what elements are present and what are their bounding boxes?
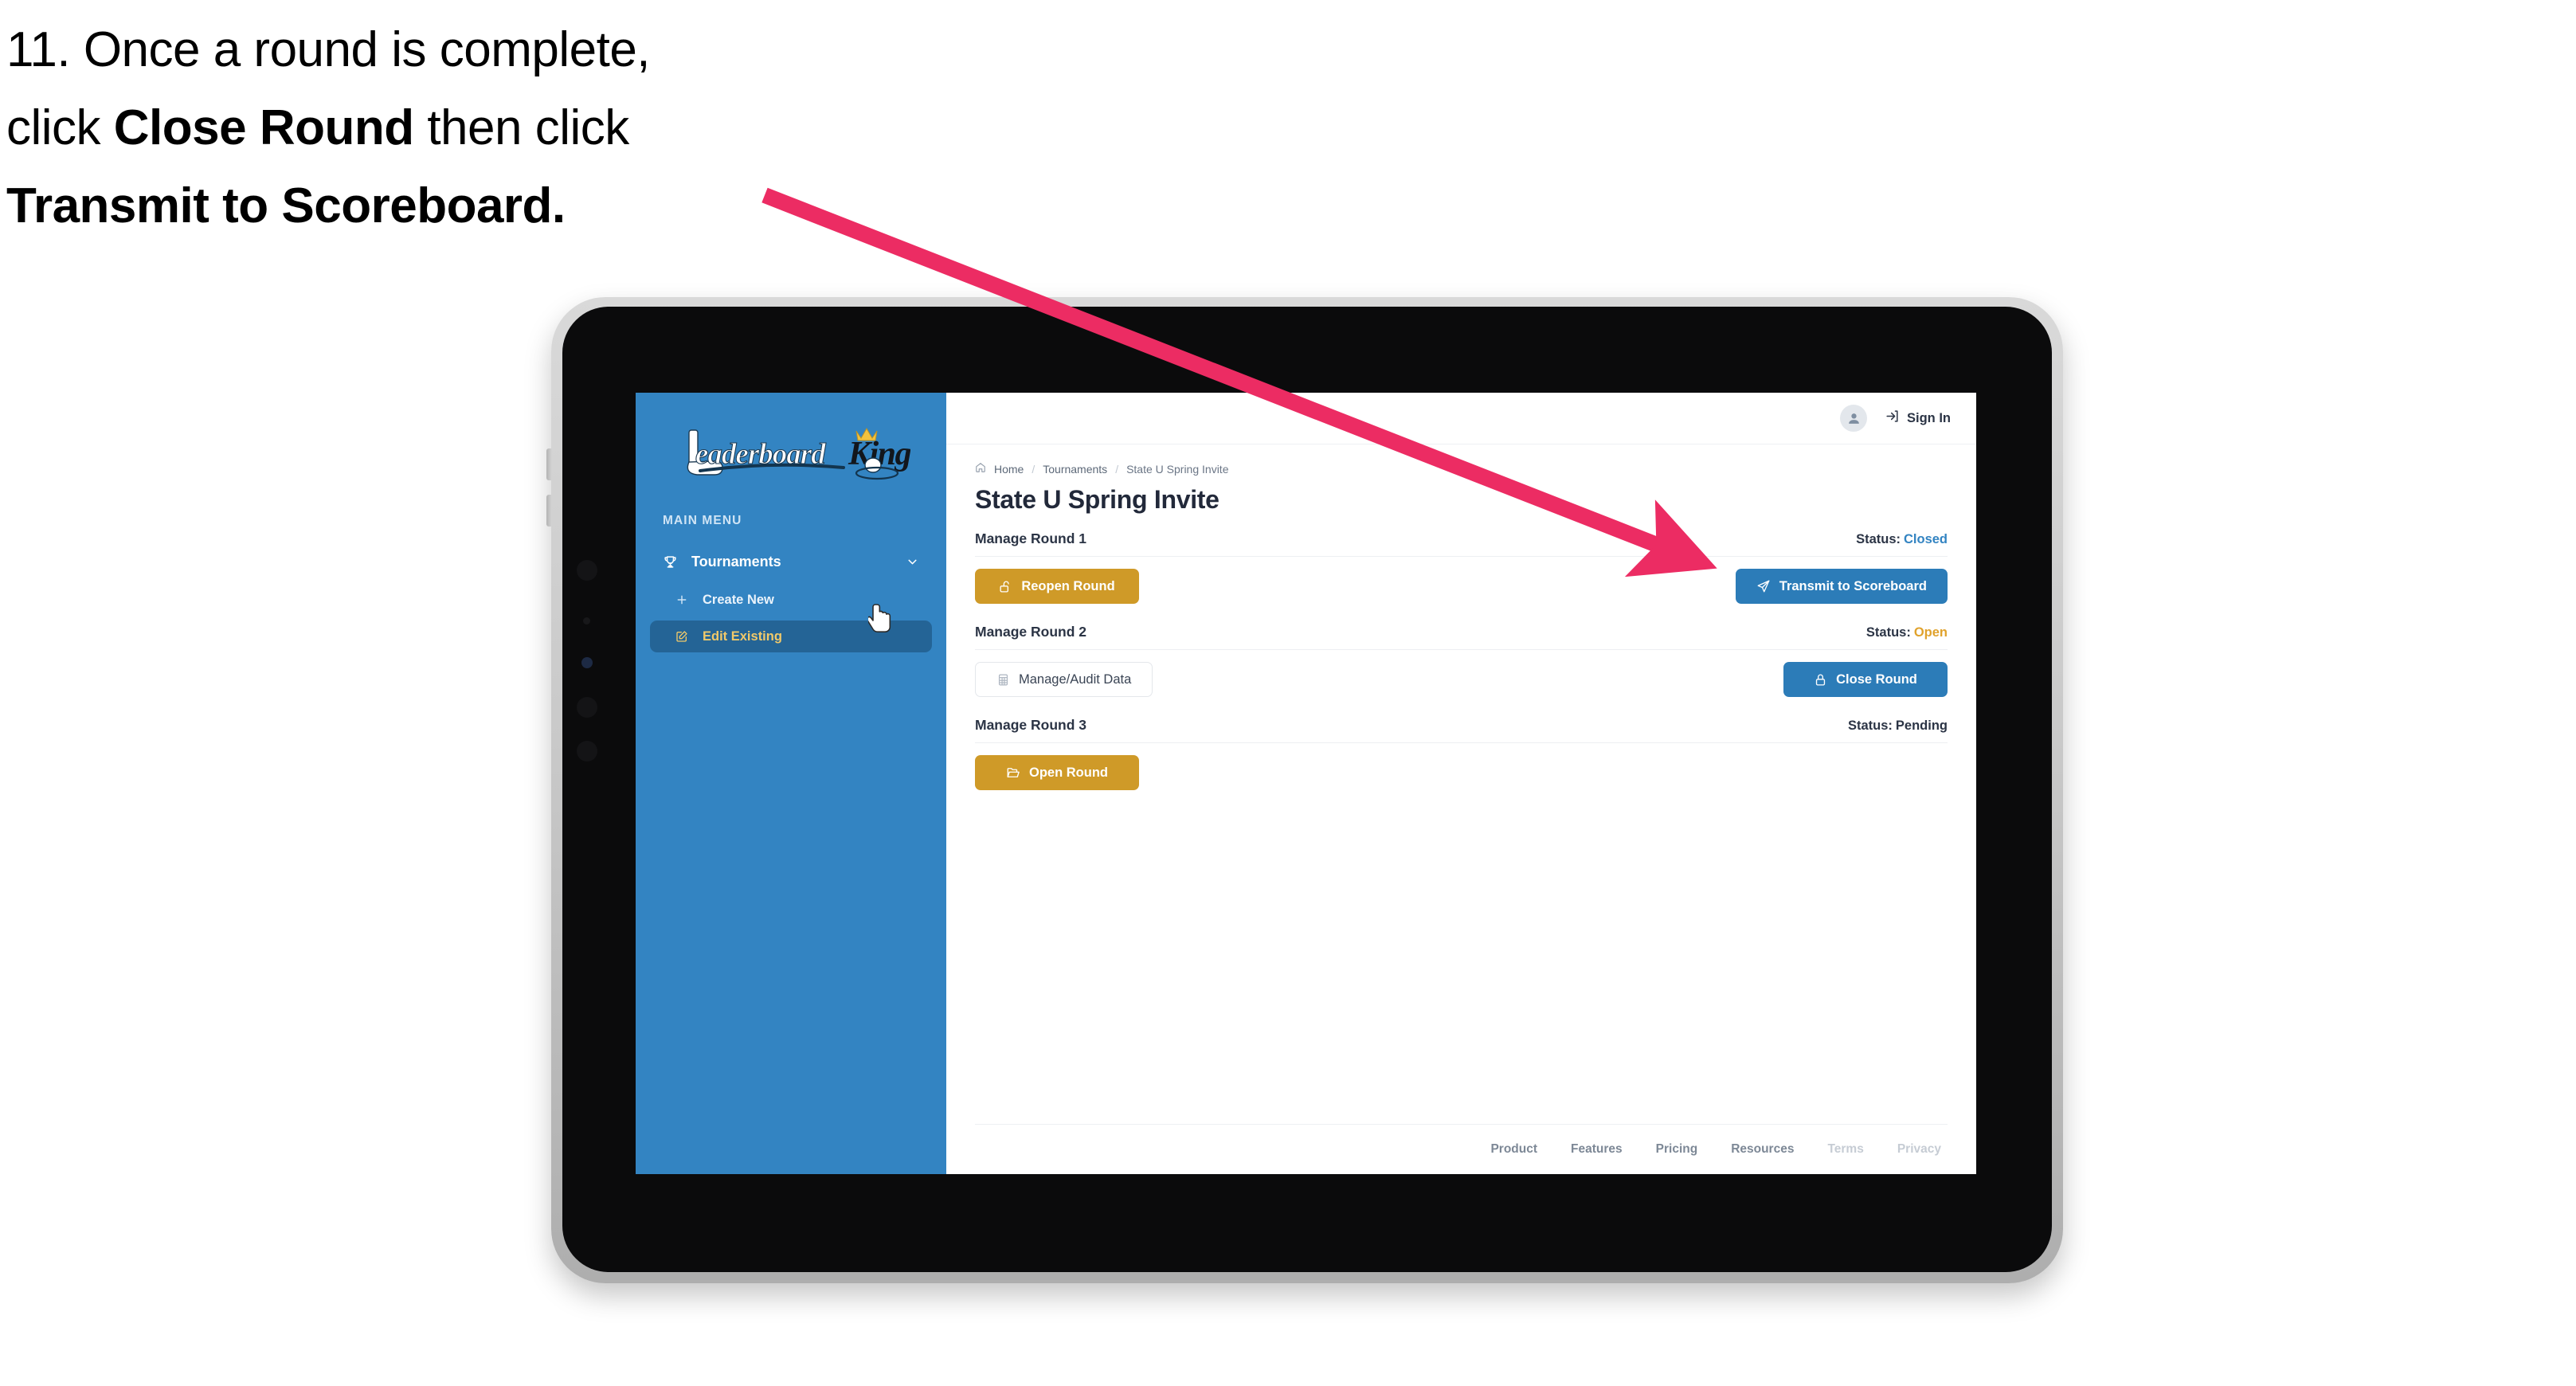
button-label: Reopen Round [1021,578,1115,593]
app-viewport: eaderboard King MAIN MENU Tournaments Cr… [636,393,1976,1174]
status-label: Status: [1847,718,1893,733]
mouse-cursor-pointer [866,603,895,639]
tablet-volume-up-button [546,448,552,480]
chevron-down-icon[interactable] [906,555,919,569]
tablet-sensor-dot [577,741,597,762]
divider [975,556,1948,557]
sign-in-button[interactable]: Sign In [1885,409,1951,428]
breadcrumb: Home / Tournaments / State U Spring Invi… [975,462,1948,476]
round-name: Manage Round 2 [975,624,1087,640]
login-arrow-icon [1885,409,1900,428]
manage-audit-data-button[interactable]: Manage/Audit Data [975,662,1153,697]
app-footer: Product Features Pricing Resources Terms… [975,1124,1948,1174]
plus-icon [675,593,695,606]
page-title: State U Spring Invite [975,485,1219,514]
status-value: Open [1913,625,1948,640]
button-label: Close Round [1836,671,1917,687]
round-status: Status: Pending [1848,718,1948,734]
sidebar-item-label: Create New [703,592,774,607]
content-column: Sign In Home / Tournaments / State U Spr… [946,393,1976,1174]
unlock-icon [999,580,1012,593]
round-header: Manage Round 1 Status: Closed [975,531,1948,547]
button-label: Transmit to Scoreboard [1779,578,1927,593]
status-value: Pending [1895,718,1948,733]
breadcrumb-separator: / [1032,462,1035,476]
status-label: Status: [1856,532,1901,546]
caption-line-2-pre: click [6,100,114,155]
round-name: Manage Round 3 [975,717,1087,733]
sidebar-item-label: Edit Existing [703,628,782,644]
round-status: Status: Closed [1856,532,1948,547]
status-label: Status: [1865,625,1911,640]
footer-link-pricing[interactable]: Pricing [1656,1142,1698,1157]
close-round-button[interactable]: Close Round [1783,662,1948,697]
round-header: Manage Round 2 Status: Open [975,624,1948,640]
round-header: Manage Round 3 Status: Pending [975,717,1948,734]
app-logo[interactable]: eaderboard King [636,393,946,496]
divider [975,742,1948,743]
tablet-camera-icon [581,657,593,668]
table-grid-icon [996,673,1010,687]
tablet-sensor-dot [583,617,590,624]
footer-link-resources[interactable]: Resources [1731,1142,1794,1157]
caption-close-round-emphasis: Close Round [113,100,414,155]
breadcrumb-separator: / [1115,462,1119,476]
user-avatar-icon[interactable] [1840,405,1867,432]
open-folder-icon [1006,765,1020,780]
leaderboard-king-logo-icon: eaderboard King [687,428,910,480]
round-actions: Reopen Round Transmit to Scoreboard [975,568,1948,605]
footer-link-terms[interactable]: Terms [1827,1142,1863,1157]
round-actions: Manage/Audit Data Close Round [975,661,1948,698]
breadcrumb-item-home[interactable]: Home [994,463,1024,476]
round-actions: Open Round [975,754,1948,791]
footer-link-product[interactable]: Product [1490,1142,1537,1157]
breadcrumb-item-tournaments[interactable]: Tournaments [1043,463,1107,476]
edit-pencil-icon [675,630,695,643]
caption-line-3: Transmit to Scoreboard. [6,178,566,233]
caption-line-2: click Close Round then click [6,89,851,167]
reopen-round-button[interactable]: Reopen Round [975,569,1139,604]
breadcrumb-item-current: State U Spring Invite [1126,462,1229,476]
round-name: Manage Round 1 [975,531,1087,546]
divider [975,649,1948,650]
sidebar-nav: Tournaments Create New Edit Existing [636,544,946,652]
tablet-sensor-dot [577,560,597,581]
trophy-icon [663,554,683,570]
home-icon[interactable] [975,462,986,476]
button-label: Manage/Audit Data [1019,671,1132,687]
sidebar: eaderboard King MAIN MENU Tournaments Cr… [636,393,946,1174]
tablet-volume-down-button [546,495,552,527]
instruction-caption: 11. Once a round is complete, click Clos… [6,11,851,245]
tablet-sensor-dot [577,697,597,718]
round-block-1: Manage Round 1 Status: Closed Reopen Roun… [975,531,1948,605]
sidebar-item-label: Tournaments [691,553,781,570]
lock-icon [1814,673,1827,687]
app-topbar: Sign In [946,393,1976,444]
status-value: Closed [1903,532,1948,546]
footer-link-privacy[interactable]: Privacy [1897,1142,1941,1157]
sign-in-label: Sign In [1907,410,1951,425]
button-label: Open Round [1029,765,1108,780]
footer-link-features[interactable]: Features [1571,1142,1623,1157]
round-block-2: Manage Round 2 Status: Open Manage/Audit … [975,624,1948,698]
transmit-to-scoreboard-button[interactable]: Transmit to Scoreboard [1735,569,1948,604]
caption-line-1: 11. Once a round is complete, [6,22,651,77]
sidebar-section-label: MAIN MENU [663,514,742,527]
round-status: Status: Open [1866,625,1948,640]
page-body: Home / Tournaments / State U Spring Invi… [946,444,1976,1174]
caption-line-2-post: then click [413,100,629,155]
round-block-3: Manage Round 3 Status: Pending Open Round [975,717,1948,791]
paper-plane-icon [1756,579,1771,593]
sidebar-item-tournaments[interactable]: Tournaments [650,544,932,579]
open-round-button[interactable]: Open Round [975,755,1139,790]
